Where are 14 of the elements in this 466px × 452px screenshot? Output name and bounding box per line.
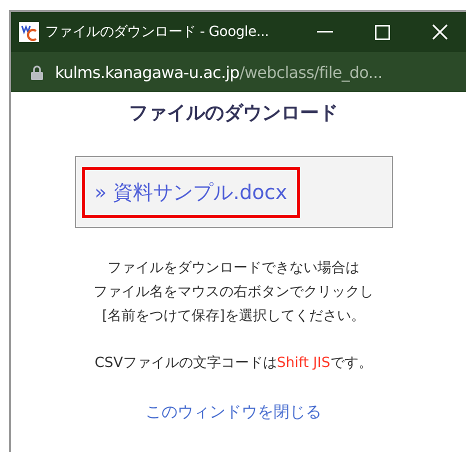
minimize-icon[interactable] xyxy=(317,31,333,33)
close-icon[interactable] xyxy=(432,24,448,40)
page-heading: ファイルのダウンロード xyxy=(129,101,338,126)
file-link[interactable]: » 資料サンプル.docx xyxy=(82,167,300,218)
maximize-icon[interactable] xyxy=(375,24,390,40)
app-logo-icon xyxy=(19,22,39,42)
instruction-text: [名前をつけて保存]を選択してください。 xyxy=(101,307,366,326)
instruction-text: ファイルをダウンロードできない場合は xyxy=(106,259,360,278)
lock-icon xyxy=(31,64,43,80)
close-window-link[interactable]: このウィンドウを閉じる xyxy=(146,402,322,423)
instruction-text: ファイル名をマウスの右ボタンでクリックし xyxy=(94,283,374,302)
encoding-note: CSVファイルの文字コードはShift JISです。 xyxy=(94,354,372,372)
url-text[interactable]: kulms.kanagawa-u.ac.jp/webclass/file_do... xyxy=(55,62,382,82)
window-title: ファイルのダウンロード - Google... xyxy=(45,23,269,41)
